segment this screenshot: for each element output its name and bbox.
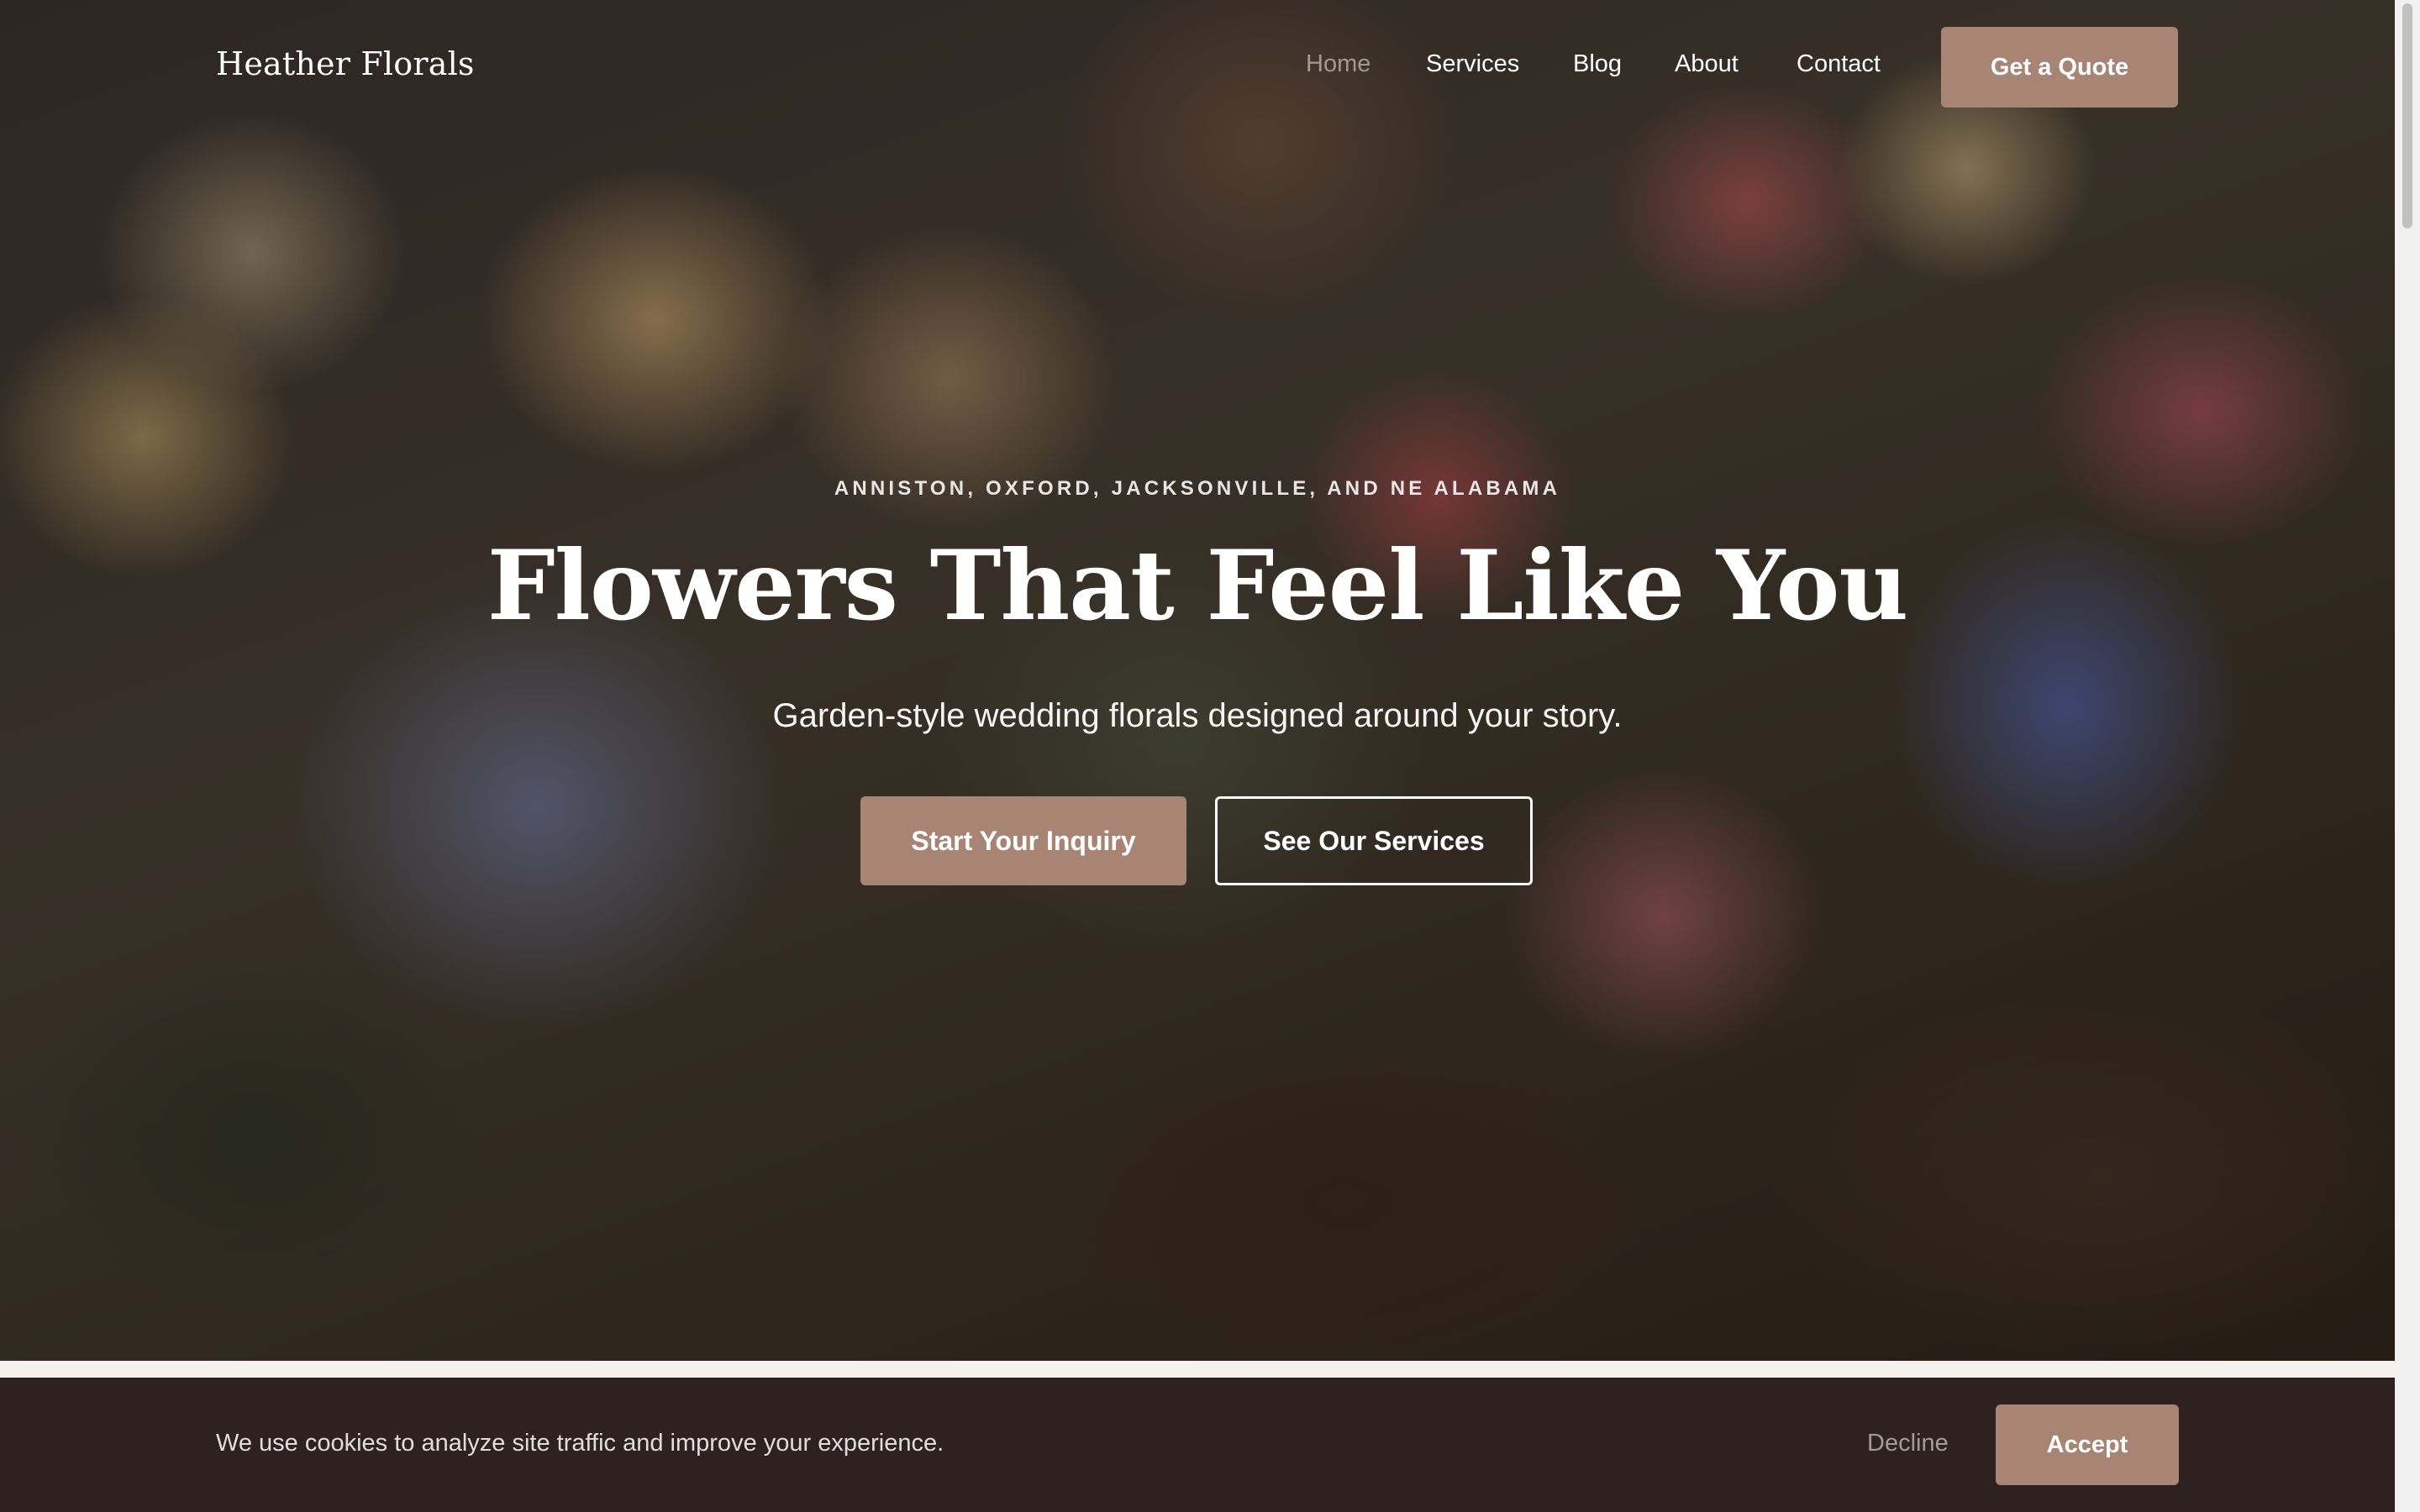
cookie-banner: We use cookies to analyze site traffic a… xyxy=(0,1378,2395,1512)
decline-button[interactable]: Decline xyxy=(1867,1430,1949,1457)
scrollbar-thumb[interactable] xyxy=(2402,3,2412,228)
nav-item-contact[interactable]: Contact xyxy=(1797,50,1881,78)
hero-section: Heather Florals Home Services Blog About… xyxy=(0,0,2395,1361)
nav-item-about[interactable]: About xyxy=(1675,50,1739,78)
hero-eyebrow: ANNISTON, OXFORD, JACKSONVILLE, AND NE A… xyxy=(834,477,1561,500)
hero-subtitle: Garden-style wedding florals designed ar… xyxy=(772,697,1623,734)
nav-item-services[interactable]: Services xyxy=(1426,50,1519,78)
page-scrollbar[interactable] xyxy=(2395,0,2420,1512)
hero-title: Flowers That Feel Like You xyxy=(487,529,1909,642)
accept-button[interactable]: Accept xyxy=(1996,1404,2179,1485)
cookie-message: We use cookies to analyze site traffic a… xyxy=(216,1430,944,1457)
nav-item-home[interactable]: Home xyxy=(1306,50,1370,78)
nav-item-blog[interactable]: Blog xyxy=(1573,50,1622,78)
get-a-quote-button[interactable]: Get a Quote xyxy=(1941,27,2178,108)
start-inquiry-button[interactable]: Start Your Inquiry xyxy=(860,796,1186,885)
hero-content: Heather Florals Home Services Blog About… xyxy=(0,0,2395,1361)
see-services-button[interactable]: See Our Services xyxy=(1215,796,1533,885)
